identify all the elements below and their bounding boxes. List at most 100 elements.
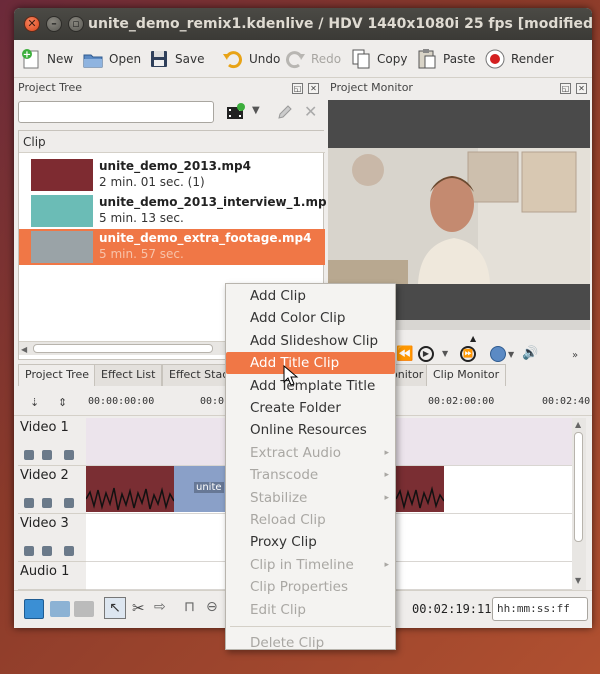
track-header-video-1[interactable]: Video 1 bbox=[18, 418, 86, 466]
snap-icon[interactable]: ⊓ bbox=[184, 599, 195, 615]
copy-button[interactable]: Copy bbox=[350, 46, 407, 72]
playhead-marker-icon: ▲ bbox=[470, 334, 477, 343]
folder-open-icon bbox=[82, 48, 104, 70]
svg-text:+: + bbox=[23, 50, 31, 61]
delete-clip-icon[interactable]: ✕ bbox=[304, 103, 322, 121]
video-hide-icon[interactable] bbox=[64, 498, 74, 508]
scrollbar-handle[interactable] bbox=[574, 432, 583, 542]
dock-close-button[interactable]: ✕ bbox=[308, 83, 319, 94]
add-clip-icon[interactable] bbox=[226, 103, 246, 121]
monitor-dock-close-button[interactable]: ✕ bbox=[576, 83, 587, 94]
menu-item-proxy-clip[interactable]: Proxy Clip bbox=[226, 531, 395, 553]
track-insert-icon[interactable] bbox=[24, 599, 44, 619]
tab-effect-list[interactable]: Effect List bbox=[94, 364, 163, 386]
minimize-window-button[interactable]: – bbox=[46, 16, 62, 32]
track-header-video-3[interactable]: Video 3 bbox=[18, 514, 86, 562]
lift-icon[interactable] bbox=[74, 601, 94, 617]
new-label: New bbox=[47, 52, 74, 66]
menu-item-stabilize[interactable]: Stabilize ▸ bbox=[226, 487, 395, 509]
project-tree-search-input[interactable] bbox=[18, 101, 214, 123]
lock-icon[interactable] bbox=[24, 546, 34, 556]
add-clip-dropdown-icon[interactable]: ▼ bbox=[252, 105, 260, 116]
scroll-down-icon[interactable]: ▼ bbox=[575, 576, 581, 585]
menu-item-extract-audio[interactable]: Extract Audio ▸ bbox=[226, 442, 395, 464]
timeline-clip-selected[interactable]: unite bbox=[174, 466, 226, 512]
menu-item-label: Stabilize bbox=[250, 489, 308, 506]
clip-row-2[interactable]: unite_demo_2013_interview_1.mp 5 min. 13… bbox=[19, 193, 327, 229]
scroll-left-icon[interactable]: ◀ bbox=[21, 345, 27, 354]
expand-tracks-icon[interactable]: ⇕ bbox=[58, 396, 67, 409]
volume-icon[interactable]: 🔊 bbox=[522, 346, 538, 361]
timecode-format-select[interactable]: hh:mm:ss:ff bbox=[492, 597, 588, 621]
menu-item-clip-properties[interactable]: Clip Properties bbox=[226, 576, 395, 598]
video-hide-icon[interactable] bbox=[64, 546, 74, 556]
menu-item-add-slideshow-clip[interactable]: Add Slideshow Clip bbox=[226, 330, 395, 352]
menu-item-label: Edit Clip bbox=[250, 601, 306, 618]
razor-tool-icon[interactable]: ✂ bbox=[132, 599, 145, 617]
close-window-button[interactable]: ✕ bbox=[24, 16, 40, 32]
menu-item-add-color-clip[interactable]: Add Color Clip bbox=[226, 307, 395, 329]
menu-item-reload-clip[interactable]: Reload Clip bbox=[226, 509, 395, 531]
track-header-video-2[interactable]: Video 2 bbox=[18, 466, 86, 514]
menu-item-add-template-title[interactable]: Add Template Title bbox=[226, 375, 395, 397]
play-dropdown-icon[interactable]: ▼ bbox=[442, 349, 448, 358]
monitor-dock-float-button[interactable]: ◱ bbox=[560, 83, 571, 94]
more-controls-icon[interactable]: » bbox=[572, 350, 578, 361]
menu-item-label: Proxy Clip bbox=[250, 534, 317, 551]
play-icon[interactable]: ▶ bbox=[418, 346, 434, 362]
select-tool-icon[interactable]: ↖ bbox=[104, 597, 126, 619]
audio-mute-icon[interactable] bbox=[42, 450, 52, 460]
render-button[interactable]: Render bbox=[484, 46, 554, 72]
menu-item-online-resources[interactable]: Online Resources bbox=[226, 419, 395, 441]
scroll-up-icon[interactable]: ▲ bbox=[575, 420, 581, 429]
edit-clip-icon[interactable] bbox=[276, 103, 294, 121]
clip-row-3-selected[interactable]: unite_demo_extra_footage.mp4 5 min. 57 s… bbox=[19, 229, 325, 265]
clip-name: unite_demo_extra_footage.mp4 bbox=[99, 231, 312, 245]
menu-item-clip-in-timeline[interactable]: Clip in Timeline ▸ bbox=[226, 554, 395, 576]
settings-dropdown-icon[interactable]: ▼ bbox=[508, 350, 514, 359]
forward-icon[interactable]: ⏩ bbox=[460, 346, 476, 362]
lock-icon[interactable] bbox=[24, 450, 34, 460]
title-bar[interactable]: ✕ – ▫ unite_demo_remix1.kdenlive / HDV 1… bbox=[14, 8, 592, 40]
menu-item-label: Clip in Timeline bbox=[250, 556, 354, 573]
overwrite-mode-icon[interactable] bbox=[50, 601, 70, 617]
audio-mute-icon[interactable] bbox=[42, 546, 52, 556]
lock-icon[interactable] bbox=[24, 498, 34, 508]
menu-item-transcode[interactable]: Transcode ▸ bbox=[226, 464, 395, 486]
paste-button[interactable]: Paste bbox=[416, 46, 475, 72]
timeline-clip[interactable] bbox=[395, 466, 445, 512]
maximize-window-button[interactable]: ▫ bbox=[68, 16, 84, 32]
scrollbar-handle[interactable] bbox=[33, 344, 213, 353]
menu-item-create-folder[interactable]: Create Folder bbox=[226, 397, 395, 419]
menu-item-add-title-clip[interactable]: Add Title Clip bbox=[226, 352, 395, 375]
save-button[interactable]: Save bbox=[148, 46, 204, 72]
menu-item-label: Add Slideshow Clip bbox=[250, 332, 379, 349]
tab-clip-monitor[interactable]: Clip Monitor bbox=[426, 364, 507, 386]
ruler-tick: 00:02:40 bbox=[542, 396, 591, 407]
new-button[interactable]: + New bbox=[20, 46, 73, 72]
new-document-icon: + bbox=[20, 48, 42, 70]
redo-button[interactable]: Redo bbox=[284, 46, 341, 72]
menu-item-add-clip[interactable]: Add Clip bbox=[226, 285, 395, 307]
dock-float-button[interactable]: ◱ bbox=[292, 83, 303, 94]
timeline-clip[interactable] bbox=[85, 466, 175, 512]
clip-column-header[interactable]: Clip bbox=[19, 131, 325, 153]
zoom-out-icon[interactable]: ⊖ bbox=[206, 599, 218, 615]
timeline-vertical-scrollbar[interactable]: ▲ ▼ bbox=[572, 418, 586, 590]
menu-item-label: Transcode bbox=[250, 467, 319, 484]
save-label: Save bbox=[175, 52, 205, 66]
video-hide-icon[interactable] bbox=[64, 450, 74, 460]
zoom-fit-icon[interactable]: ⇣ bbox=[30, 396, 39, 409]
undo-button[interactable]: Undo bbox=[222, 46, 280, 72]
menu-item-edit-clip[interactable]: Edit Clip bbox=[226, 599, 395, 621]
settings-icon[interactable] bbox=[490, 346, 506, 362]
tab-project-tree[interactable]: Project Tree bbox=[18, 364, 97, 386]
audio-mute-icon[interactable] bbox=[42, 498, 52, 508]
clip-row-1[interactable]: unite_demo_2013.mp4 2 min. 01 sec. (1) bbox=[19, 157, 325, 193]
menu-item-delete-clip[interactable]: Delete Clip bbox=[226, 632, 395, 654]
spacer-tool-icon[interactable]: ⇨ bbox=[154, 599, 166, 615]
open-button[interactable]: Open bbox=[82, 46, 141, 72]
track-header-audio-1[interactable]: Audio 1 bbox=[18, 562, 86, 590]
rewind-icon[interactable]: ⏪ bbox=[396, 346, 413, 362]
copy-icon bbox=[350, 48, 372, 70]
